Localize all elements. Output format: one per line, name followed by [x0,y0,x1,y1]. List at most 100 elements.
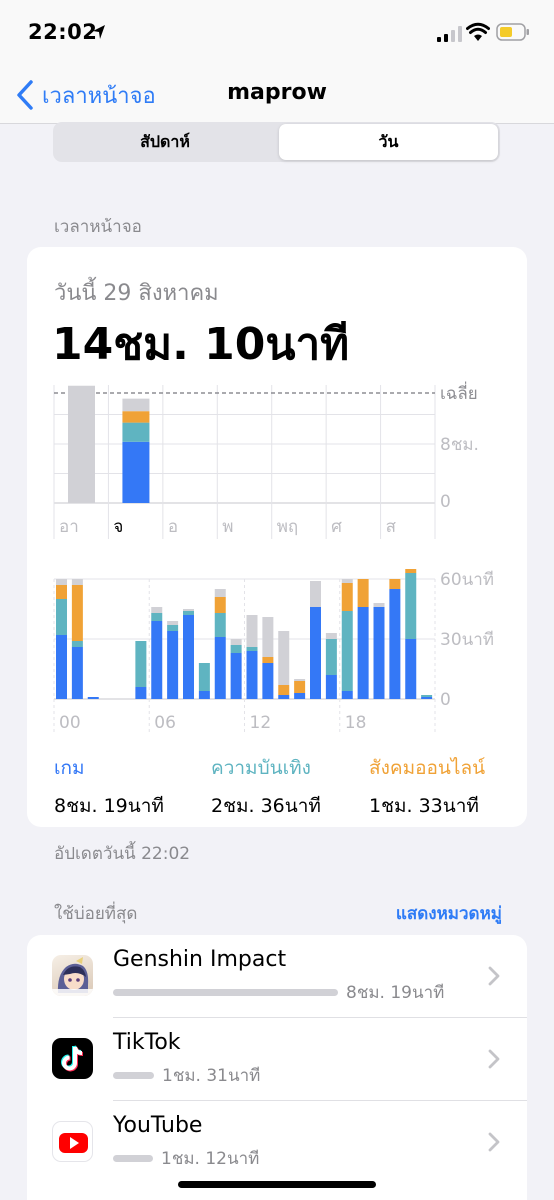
home-indicator [178,1181,376,1188]
battery-icon [496,23,529,41]
hourly-bar-segment [421,695,433,697]
hourly-bar-segment [325,633,337,639]
category-value: 2ชม. 36นาที [211,795,321,817]
hourly-bar-segment [405,569,417,573]
hourly-bar-segment [405,573,417,639]
hourly-bar-segment [135,641,147,687]
category-games: เกม 8ชม. 19นาที [54,753,164,821]
weekly-bar-segment [68,385,95,503]
hourly-bar-segment [183,611,194,615]
screen-time-summary-card[interactable]: วันนี้ 29 สิงหาคม 14ชม. 10นาที เฉลี่ย 0 8ช… [27,247,527,827]
tiktok-icon [52,1038,93,1079]
genshin-impact-icon [52,955,93,996]
hourly-bar-segment [325,639,337,675]
hourly-bar-segment [389,579,401,589]
segment-week[interactable]: สัปดาห์ [55,124,275,160]
usage-bar [113,1155,153,1162]
cellular-signal-icon [437,26,462,42]
period-segmented-control: สัปดาห์ วัน [53,122,500,162]
x-tick-label: อ [168,517,178,537]
hourly-bar-segment [230,653,242,699]
segment-day[interactable]: วัน [279,124,498,160]
category-value: 1ชม. 33นาที [369,795,479,817]
hourly-bar-segment [278,685,290,695]
hourly-bar-segment [71,647,83,699]
app-row-genshin-impact[interactable]: Genshin Impact 8ชม. 19นาที [27,935,527,1018]
total-screen-time: 14ชม. 10นาที [52,319,350,370]
hourly-bar-segment [262,657,274,663]
hourly-bar-segment [56,635,67,699]
hourly-bar-segment [294,679,306,681]
youtube-icon [52,1121,93,1162]
hourly-bar-segment [230,639,242,645]
hourly-bar-segment [56,599,67,635]
hourly-bar-segment [294,681,306,693]
hourly-bar-segment [56,585,67,599]
usage-time: 1ชม. 12นาที [161,1149,260,1169]
hourly-bar-segment [325,675,337,699]
category-entertainment: ความบันเทิง 2ชม. 36นาที [211,753,321,821]
hourly-bar-segment [389,589,401,699]
x-tick-label: 00 [59,713,81,733]
x-tick-label: ส [386,517,397,537]
hourly-bar-segment [373,607,385,699]
x-tick-label: จ [113,517,123,537]
hourly-bar-segment [357,607,369,699]
show-categories-link[interactable]: แสดงหมวดหมู่ [396,900,502,927]
hourly-bar-segment [373,603,385,607]
navigation-bar: เวลาหน้าจอ maprow [0,66,554,124]
y-tick-label: 30นาที [440,630,494,650]
app-row-tiktok[interactable]: TikTok 1ชม. 31นาที [27,1018,527,1101]
page-title: maprow [227,80,327,105]
date-label: วันนี้ 29 สิงหาคม [54,281,219,306]
hourly-bar-segment [71,579,83,585]
usage-time: 1ชม. 31นาที [162,1066,261,1086]
hourly-bar-segment [135,687,147,699]
chevron-right-icon [488,1132,500,1152]
app-row-youtube[interactable]: YouTube 1ชม. 12นาที [27,1101,527,1184]
weekly-bar-segment [122,411,150,423]
location-arrow-icon [93,25,105,39]
hourly-bar-segment [214,613,226,637]
y-tick-label: 8ชม. [440,435,479,455]
x-tick-label: พฤ [277,517,299,537]
weekly-usage-chart[interactable]: เฉลี่ย 0 8ชม. อา จ อ พ พฤ ศ ส [27,377,527,547]
updated-timestamp: อัปเดตวันนี้ 22:02 [54,844,191,864]
wifi-icon [466,22,490,41]
y-tick-label: 0 [440,690,451,710]
hourly-bar-segment [167,625,179,631]
y-tick-label: 60นาที [440,570,494,590]
hourly-bar-segment [151,607,163,613]
app-name: Genshin Impact [113,947,287,972]
hourly-bar-segment [310,607,321,699]
hourly-bar-segment [230,645,242,653]
hourly-usage-chart[interactable]: 60นาที30นาที000 06 12 18 [27,569,527,744]
hourly-bar-segment [278,695,290,699]
hourly-bar-segment [167,621,179,625]
weekly-bar-segment [122,441,150,503]
hourly-bar-segment [246,647,258,651]
hourly-bar-segment [341,611,353,691]
hourly-bar-segment [246,615,258,647]
hourly-bar-segment [167,631,179,699]
most-used-list: Genshin Impact 8ชม. 19นาที TikTok 1ชม. 3… [27,935,527,1200]
weekly-bar-segment [122,398,150,412]
hourly-bar-segment [198,663,210,691]
hourly-bar-segment [310,581,321,607]
status-time: 22:02 [28,20,98,44]
x-tick-label: 12 [250,713,272,733]
section-label-most-used: ใช้บ่อยที่สุด [54,904,138,924]
hourly-bar-segment [357,579,369,607]
hourly-bar-segment [421,697,433,699]
usage-bar [113,989,338,996]
hourly-bar-segment [198,691,210,699]
hourly-bar-segment [214,597,226,613]
hourly-bar-segment [405,639,417,699]
category-value: 8ชม. 19นาที [54,795,164,817]
x-tick-label: 18 [345,713,367,733]
chevron-right-icon [488,1049,500,1069]
hourly-bar-segment [87,697,99,699]
hourly-bar-segment [214,637,226,699]
hourly-bar-segment [214,589,226,597]
category-name: เกม [54,757,85,779]
